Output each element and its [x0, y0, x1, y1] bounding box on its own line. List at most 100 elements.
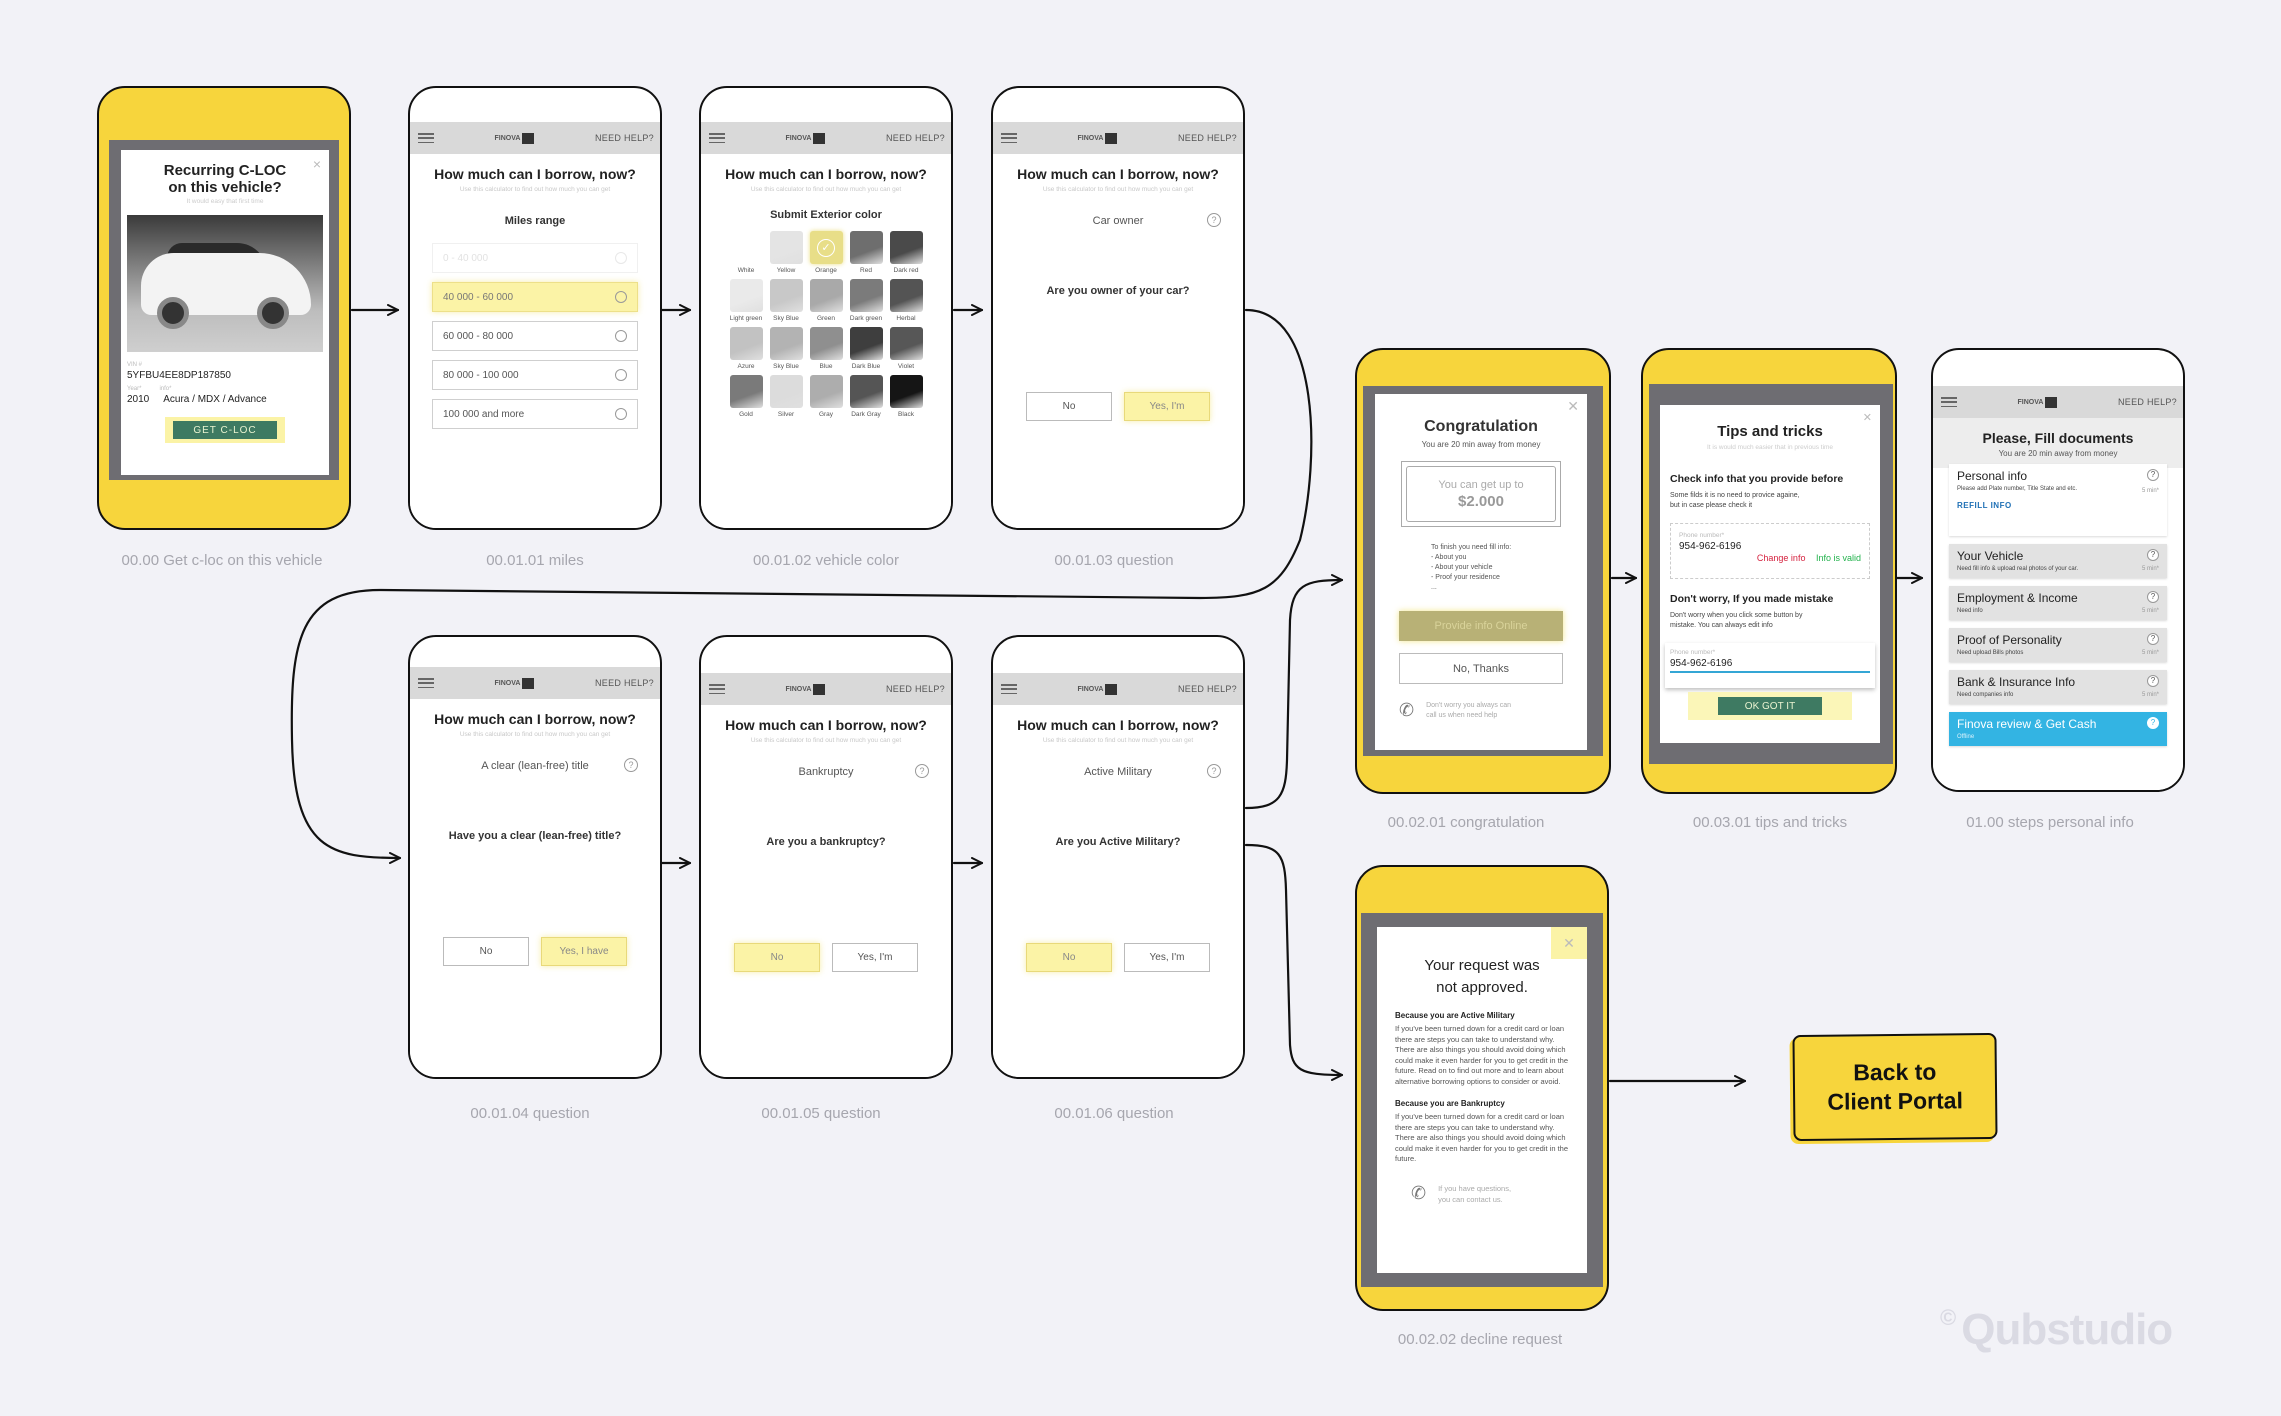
help-question-icon[interactable]: ? — [624, 758, 638, 772]
close-icon[interactable]: ✕ — [1863, 411, 1872, 424]
step-proof-of-personality[interactable]: Proof of Personality Need upload Bills p… — [1949, 628, 2167, 662]
step-personal-info[interactable]: Personal info Please add Plate number, T… — [1949, 464, 2167, 536]
miles-option[interactable]: 80 000 - 100 000 — [432, 360, 638, 390]
color-swatch-box — [889, 231, 923, 264]
help-question-icon[interactable]: ? — [2147, 591, 2159, 603]
miles-option[interactable]: 60 000 - 80 000 — [432, 321, 638, 351]
close-icon[interactable]: × — [313, 156, 321, 172]
need-help-link[interactable]: NEED HELP? — [2118, 397, 2177, 407]
screen-get-cloc: × Recurring C-LOC on this vehicle? It wo… — [97, 86, 351, 530]
app-bar: FINOVA NEED HELP? — [410, 122, 660, 154]
answer-buttons: No Yes, I'm — [993, 392, 1243, 421]
yes-button[interactable]: Yes, I'm — [832, 943, 918, 972]
miles-option[interactable]: 100 000 and more — [432, 399, 638, 429]
color-swatch[interactable]: Dark Gray — [849, 375, 883, 418]
menu-icon[interactable] — [709, 133, 725, 143]
yes-button[interactable]: Yes, I have — [541, 937, 627, 966]
refill-info-link[interactable]: REFILL INFO — [1957, 501, 2159, 510]
need-help-link[interactable]: NEED HELP? — [595, 678, 654, 688]
calculator-subtitle: Use this calculator to find out how much… — [1042, 186, 1194, 193]
yes-button[interactable]: Yes, I'm — [1124, 943, 1210, 972]
help-question-icon[interactable]: ? — [2147, 633, 2159, 645]
info-value: Acura / MDX / Advance — [163, 394, 267, 405]
no-button[interactable]: No — [734, 943, 820, 972]
color-swatch[interactable]: Violet — [889, 327, 923, 370]
step-your-vehicle[interactable]: Your Vehicle Need fill info & upload rea… — [1949, 544, 2167, 578]
color-swatch-box — [889, 327, 923, 360]
close-icon[interactable]: ✕ — [1567, 398, 1579, 415]
color-swatch[interactable]: Azure — [729, 327, 763, 370]
color-swatch[interactable]: Dark green — [849, 279, 883, 322]
help-question-icon[interactable]: ? — [915, 764, 929, 778]
color-swatch[interactable]: Sky Blue — [769, 279, 803, 322]
no-button[interactable]: No — [1026, 392, 1112, 421]
back-to-client-portal-button[interactable]: Back to Client Portal — [1792, 1032, 1998, 1142]
color-swatch[interactable]: Blue — [809, 327, 843, 370]
menu-icon[interactable] — [709, 684, 725, 694]
no-thanks-button[interactable]: No, Thanks — [1399, 653, 1563, 684]
color-swatch-label: Light green — [729, 315, 763, 322]
color-swatch[interactable]: Gray — [809, 375, 843, 418]
answer-buttons: No Yes, I'm — [993, 943, 1243, 972]
miles-option-selected[interactable]: 40 000 - 60 000 — [432, 282, 638, 312]
menu-icon[interactable] — [1001, 133, 1017, 143]
caption-q04: 00.01.04 question — [470, 1105, 590, 1122]
color-swatch[interactable]: Herbal — [889, 279, 923, 322]
need-help-link[interactable]: NEED HELP? — [1178, 133, 1237, 143]
help-question-icon[interactable]: ? — [1207, 764, 1221, 778]
modal-subtitle: You are 20 min away from money — [1421, 440, 1541, 449]
finova-logo: FINOVA — [2018, 396, 2058, 408]
color-swatch[interactable]: Black — [889, 375, 923, 418]
help-question-icon[interactable]: ? — [2147, 675, 2159, 687]
menu-icon[interactable] — [1941, 397, 1957, 407]
close-button[interactable]: ✕ — [1551, 927, 1587, 959]
color-swatch[interactable]: Red — [849, 231, 883, 274]
color-swatch[interactable]: Light green — [729, 279, 763, 322]
color-swatch[interactable]: Sky Blue — [769, 327, 803, 370]
vin-value: 5YFBU4EE8DP187850 — [127, 370, 231, 381]
caption-congratulation: 00.02.01 congratulation — [1387, 814, 1545, 831]
color-swatch-box — [809, 279, 843, 312]
color-swatch[interactable]: ✓ Orange — [809, 231, 843, 274]
radio-icon — [615, 252, 627, 264]
decline-reason-text: If you've been turned down for a credit … — [1395, 1024, 1569, 1086]
topic-label: A clear (lean-free) title? — [410, 758, 660, 772]
phone-call-icon[interactable]: ✆ — [1411, 1183, 1426, 1204]
step-finova-review[interactable]: Finova review & Get Cash Offline ? — [1949, 712, 2167, 746]
no-button[interactable]: No — [1026, 943, 1112, 972]
step-bank-insurance[interactable]: Bank & Insurance Info Need companies inf… — [1949, 670, 2167, 704]
no-button[interactable]: No — [443, 937, 529, 966]
menu-icon[interactable] — [418, 678, 434, 688]
need-help-link[interactable]: NEED HELP? — [595, 133, 654, 143]
color-swatch-box — [849, 327, 883, 360]
phone-call-icon[interactable]: ✆ — [1399, 700, 1414, 721]
color-swatch[interactable]: Green — [809, 279, 843, 322]
need-help-link[interactable]: NEED HELP? — [886, 133, 945, 143]
need-help-link[interactable]: NEED HELP? — [1178, 684, 1237, 694]
change-info-link[interactable]: Change info — [1757, 553, 1806, 563]
modal-subtitle: It would easy that first time — [186, 198, 264, 205]
color-swatch[interactable]: White — [729, 231, 763, 274]
need-help-link[interactable]: NEED HELP? — [886, 684, 945, 694]
color-swatch[interactable]: Silver — [769, 375, 803, 418]
miles-option[interactable]: 0 - 40 000 — [432, 243, 638, 273]
menu-icon[interactable] — [418, 133, 434, 143]
step-employment-income[interactable]: Employment & Income Need info ? 5 min* — [1949, 586, 2167, 620]
menu-icon[interactable] — [1001, 684, 1017, 694]
get-cloc-button[interactable]: GET C-LOC — [165, 417, 285, 443]
calculator-subtitle: Use this calculator to find out how much… — [1042, 737, 1194, 744]
provide-info-online-button[interactable]: Provide info Online — [1399, 611, 1563, 641]
color-swatch[interactable]: Dark Blue — [849, 327, 883, 370]
help-question-icon[interactable]: ? — [1207, 213, 1221, 227]
year-value: 2010 — [127, 394, 150, 405]
color-swatch[interactable]: Dark red — [889, 231, 923, 274]
help-question-icon[interactable]: ? — [2147, 549, 2159, 561]
color-swatch[interactable]: Yellow — [769, 231, 803, 274]
help-question-icon[interactable]: ? — [2147, 717, 2159, 729]
yes-button[interactable]: Yes, I'm — [1124, 392, 1210, 421]
credit-offer-certificate: You can get up to $2.000 — [1401, 461, 1561, 527]
help-question-icon[interactable]: ? — [2147, 469, 2159, 481]
color-swatch[interactable]: Gold — [729, 375, 763, 418]
phone-number-input[interactable]: Phone number* 954-962-6196 — [1665, 643, 1875, 688]
ok-got-it-button[interactable]: OK GOT IT — [1688, 692, 1852, 720]
